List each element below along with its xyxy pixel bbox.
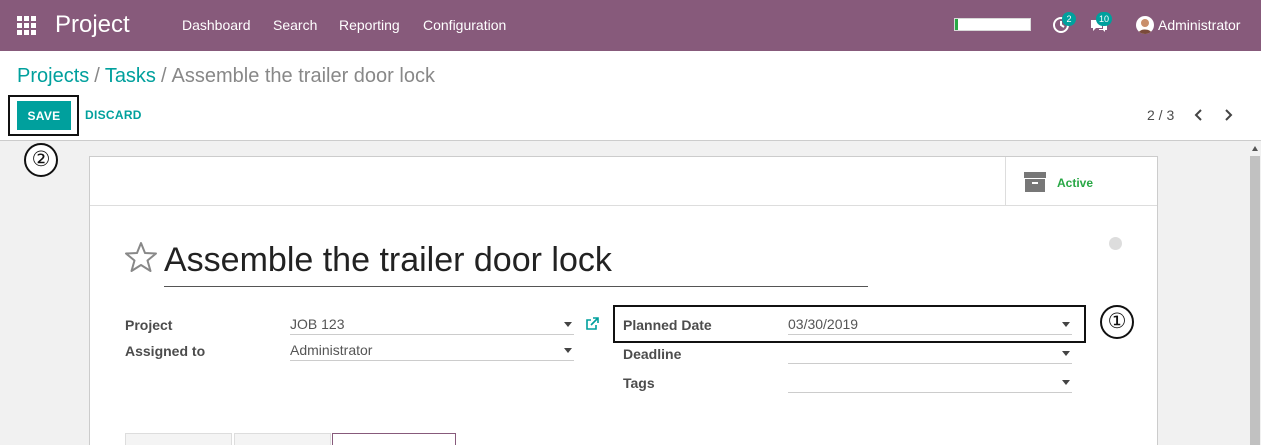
pager-value[interactable]: 2 / 3	[1147, 107, 1174, 123]
user-avatar-icon	[1138, 19, 1152, 34]
external-link-icon[interactable]	[585, 317, 599, 331]
chevron-right-icon[interactable]	[1222, 107, 1234, 123]
project-value: JOB 123	[290, 316, 345, 332]
task-name-input[interactable]: Assemble the trailer door lock	[164, 239, 868, 287]
notebook-tab[interactable]	[234, 433, 331, 445]
archive-icon	[1024, 172, 1046, 192]
assigned-to-value: Administrator	[290, 342, 373, 358]
progress-fill	[955, 19, 958, 30]
messages-badge: 10	[1096, 12, 1113, 26]
progress-bar[interactable]	[954, 18, 1031, 31]
scrollbar-thumb[interactable]	[1250, 156, 1260, 445]
planned-date-field[interactable]: 03/30/2019	[788, 313, 1072, 335]
star-icon[interactable]	[124, 241, 158, 273]
button-box: Active	[90, 157, 1157, 206]
tags-label: Tags	[623, 375, 655, 391]
discard-button[interactable]: DISCARD	[85, 108, 142, 122]
scroll-up-arrow-icon[interactable]	[1252, 146, 1258, 151]
chevron-down-icon[interactable]	[1062, 322, 1070, 327]
annotation-one: ①	[1100, 305, 1134, 339]
scrollbar[interactable]	[1249, 142, 1261, 445]
active-label: Active	[1057, 176, 1094, 190]
notebook-tab-active[interactable]	[332, 433, 456, 445]
project-label: Project	[125, 317, 173, 333]
annotation-two: ②	[24, 143, 58, 177]
breadcrumb-projects[interactable]: Projects	[17, 65, 89, 87]
planned-date-value: 03/30/2019	[788, 316, 859, 332]
project-field[interactable]: JOB 123	[290, 313, 574, 335]
breadcrumb-tasks[interactable]: Tasks	[105, 65, 156, 87]
planned-date-label: Planned Date	[623, 317, 712, 333]
menu-dashboard[interactable]: Dashboard	[182, 17, 251, 33]
deadline-label: Deadline	[623, 346, 682, 362]
assigned-to-label: Assigned to	[125, 343, 206, 359]
breadcrumb: Projects / Tasks / Assemble the trailer door…	[17, 65, 435, 88]
chevron-down-icon[interactable]	[564, 348, 572, 353]
breadcrumb-separator: /	[94, 65, 100, 87]
chevron-left-icon[interactable]	[1193, 107, 1205, 123]
save-button[interactable]: SAVE	[17, 101, 71, 130]
top-navbar: Project Dashboard Search Reporting Confi…	[0, 0, 1261, 51]
deadline-field[interactable]	[788, 342, 1072, 364]
menu-reporting[interactable]: Reporting	[339, 17, 400, 33]
apps-grid-icon[interactable]	[17, 16, 36, 35]
activity-badge: 2	[1062, 12, 1076, 26]
menu-search[interactable]: Search	[273, 17, 317, 33]
form-sheet: Active Assemble the trailer door lock Pr…	[89, 156, 1158, 445]
tags-field[interactable]	[788, 371, 1072, 393]
breadcrumb-separator: /	[160, 65, 167, 87]
chevron-down-icon[interactable]	[1062, 351, 1070, 356]
breadcrumb-current: Assemble the trailer door lock	[171, 65, 435, 87]
user-menu[interactable]: Administrator	[1158, 17, 1240, 33]
menu-configuration[interactable]: Configuration	[423, 17, 506, 33]
chevron-down-icon[interactable]	[1062, 380, 1070, 385]
notebook-tab[interactable]	[125, 433, 232, 445]
control-panel: Projects / Tasks / Assemble the trailer door…	[0, 51, 1261, 141]
assigned-to-field[interactable]: Administrator	[290, 339, 574, 361]
chevron-down-icon[interactable]	[564, 322, 572, 327]
active-toggle-button[interactable]: Active	[1005, 157, 1157, 205]
avatar[interactable]	[1136, 16, 1154, 34]
kanban-state-indicator[interactable]	[1109, 237, 1122, 250]
app-title[interactable]: Project	[55, 11, 130, 39]
